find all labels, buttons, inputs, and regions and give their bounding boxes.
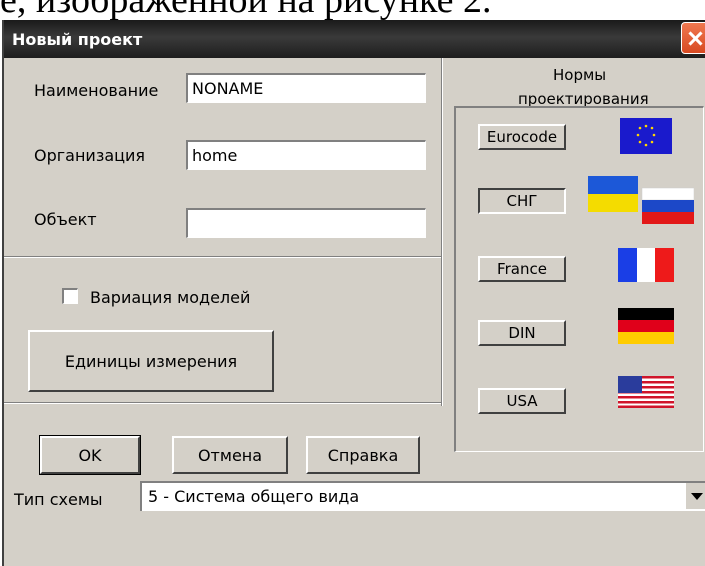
variation-label: Вариация моделей	[90, 288, 251, 307]
norms-heading-1: Нормы	[553, 66, 607, 84]
ukraine-russia-flag-icon	[588, 176, 694, 224]
divider-top	[4, 256, 442, 258]
norms-panel: Eurocode СНГ France DIN USA	[454, 106, 704, 452]
scheme-type-value: 5 - Система общего вида	[148, 487, 360, 506]
help-button[interactable]: Справка	[306, 436, 420, 474]
norm-button-france[interactable]: France	[478, 256, 566, 282]
divider-bottom	[4, 402, 442, 404]
france-flag-icon	[618, 248, 674, 282]
background-caption-strip: е, изображенной на рисунке 2.	[0, 0, 705, 20]
norm-button-din[interactable]: DIN	[478, 320, 566, 346]
background-caption: е, изображенной на рисунке 2.	[0, 0, 491, 20]
eu-flag-icon	[620, 118, 672, 154]
variation-checkbox[interactable]	[62, 288, 78, 304]
title-bar[interactable]: Новый проект	[4, 20, 705, 58]
object-label: Объект	[34, 210, 97, 229]
usa-flag-icon	[618, 376, 674, 408]
scheme-type-select[interactable]: 5 - Система общего вида	[140, 481, 705, 511]
norm-button-sng[interactable]: СНГ	[478, 188, 566, 214]
object-input[interactable]	[186, 208, 426, 238]
organization-label: Организация	[34, 146, 146, 165]
norm-button-usa[interactable]: USA	[478, 388, 566, 414]
new-project-dialog: Новый проект Наименование NONAME Организ…	[2, 20, 705, 566]
chevron-down-icon[interactable]	[685, 483, 705, 509]
cancel-button[interactable]: Отмена	[172, 436, 288, 474]
name-label: Наименование	[34, 81, 159, 100]
window-title: Новый проект	[12, 30, 143, 49]
close-icon[interactable]	[681, 22, 705, 54]
scheme-type-label: Тип схемы	[14, 490, 103, 509]
norm-button-eurocode[interactable]: Eurocode	[478, 124, 566, 150]
ok-button[interactable]: OK	[39, 435, 141, 475]
organization-input[interactable]: home	[186, 140, 426, 170]
units-button[interactable]: Единицы измерения	[28, 330, 274, 392]
germany-flag-icon	[618, 308, 674, 344]
name-input[interactable]: NONAME	[186, 73, 426, 103]
divider-vertical	[441, 58, 443, 406]
